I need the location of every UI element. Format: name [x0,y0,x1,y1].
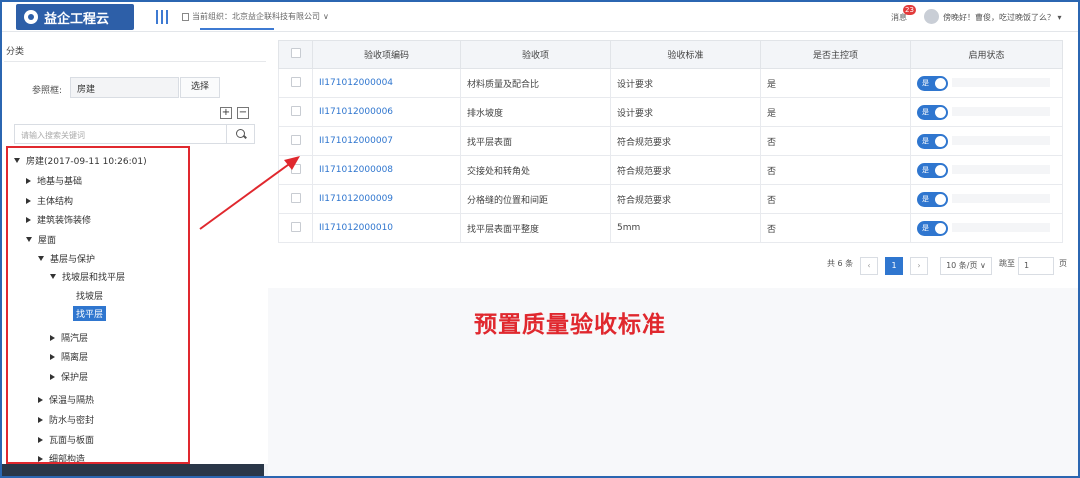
annotation-arrow-icon [199,156,300,230]
